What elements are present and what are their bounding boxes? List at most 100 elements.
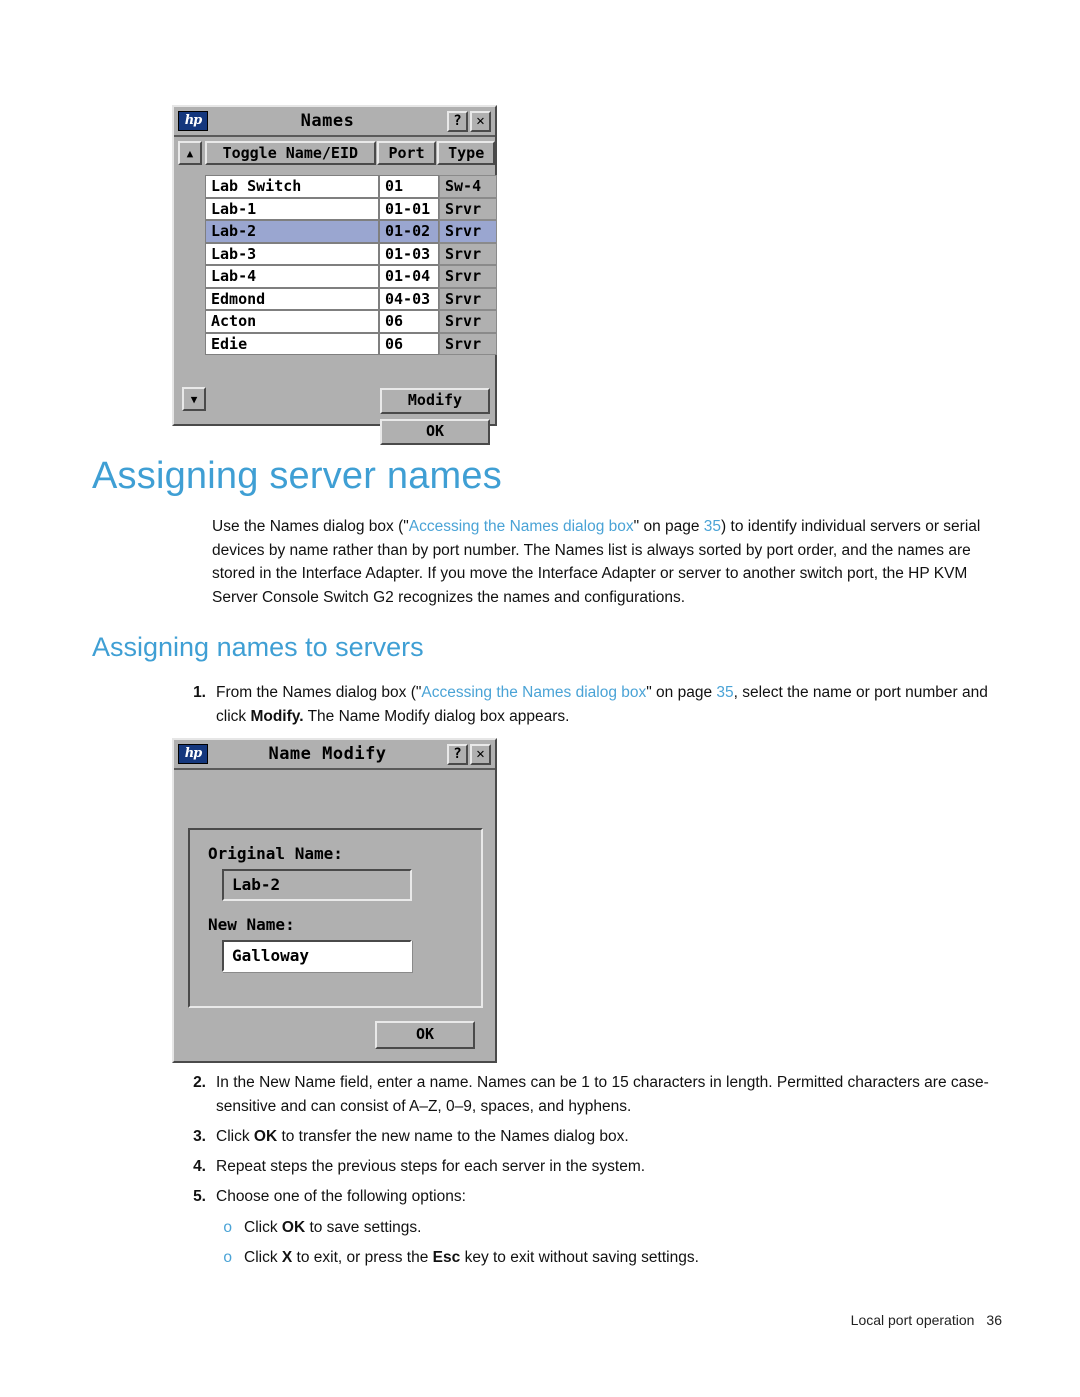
step-3-text: Click OK to transfer the new name to the… (216, 1125, 992, 1149)
intro-page-ref[interactable]: 35 (704, 518, 721, 535)
step-2-number: 2. (193, 1074, 206, 1091)
step-3-number: 3. (193, 1128, 206, 1145)
row-type: Srvr (439, 242, 497, 265)
row-port: 01-01 (379, 197, 439, 220)
table-row[interactable]: Lab-1 01-01 Srvr (205, 197, 497, 220)
row-type: Srvr (439, 287, 497, 310)
sub-item-2: o Click X to exit, or press the Esc key … (208, 1246, 968, 1270)
table-row-selected[interactable]: Lab-2 01-02 Srvr (205, 220, 497, 243)
row-type: Srvr (439, 310, 497, 333)
hp-logo-icon: hp (178, 744, 208, 764)
sub2-bold: X (281, 1249, 293, 1266)
sub2-part1: Click (244, 1249, 282, 1266)
sub1-bold: OK (281, 1219, 306, 1236)
row-name: Edmond (205, 287, 379, 310)
sub1-part1: Click (244, 1219, 282, 1236)
column-header-port[interactable]: Port (376, 141, 437, 165)
ok-button[interactable]: OK (375, 1021, 475, 1049)
help-icon[interactable]: ? (447, 743, 468, 765)
toggle-name-eid-button[interactable]: Toggle Name/EID (204, 141, 376, 165)
sub-item-2-text: Click X to exit, or press the Esc key to… (244, 1246, 968, 1270)
modify-button[interactable]: Modify (380, 388, 490, 414)
row-type: Srvr (439, 220, 497, 243)
row-port: 06 (379, 310, 439, 333)
footer-page-number: 36 (986, 1312, 1002, 1328)
close-icon[interactable]: ✕ (470, 743, 491, 765)
names-dialog-title: Names (300, 111, 355, 131)
step1-part4: The Name Modify dialog box appears. (303, 707, 570, 725)
hp-logo-icon: hp (178, 111, 208, 131)
sub-item-1: o Click OK to save settings. (208, 1216, 968, 1240)
step1-page-ref[interactable]: 35 (716, 684, 733, 701)
row-type: Sw-4 (439, 175, 497, 198)
modify-dialog-body: Original Name: Lab-2 New Name: Galloway … (174, 770, 495, 1063)
sub-item-1-text: Click OK to save settings. (244, 1216, 968, 1240)
row-port: 01-04 (379, 265, 439, 288)
modify-dialog-title-buttons: ? ✕ (447, 743, 491, 765)
sub-item-2-bullet: o (223, 1249, 232, 1266)
name-modify-dialog: hp Name Modify ? ✕ Original Name: Lab-2 … (172, 738, 497, 1063)
scroll-up-icon[interactable]: ▲ (178, 141, 202, 165)
table-row[interactable]: Lab-3 01-03 Srvr (205, 242, 497, 265)
intro-link[interactable]: Accessing the Names dialog box (409, 518, 634, 535)
step-4-number: 4. (193, 1158, 206, 1175)
page-title: Assigning server names (92, 455, 502, 497)
row-name: Lab-1 (205, 197, 379, 220)
row-port: 01-02 (379, 220, 439, 243)
modify-fields-panel: Original Name: Lab-2 New Name: Galloway (188, 828, 483, 1008)
ok-button[interactable]: OK (380, 419, 490, 445)
intro-part2: " on page (633, 518, 704, 535)
row-name: Lab-3 (205, 242, 379, 265)
table-row[interactable]: Lab Switch 01 Sw-4 (205, 175, 497, 198)
step-1-number: 1. (193, 684, 206, 701)
step-5-number: 5. (193, 1188, 206, 1205)
names-dialog: hp Names ? ✕ ▲ Toggle Name/EID Port Type… (172, 105, 497, 445)
step1-bold: Modify. (250, 707, 304, 725)
step-1: 1. From the Names dialog box ("Accessing… (172, 681, 992, 728)
step-2: 2. In the New Name field, enter a name. … (172, 1071, 992, 1118)
row-port: 04-03 (379, 287, 439, 310)
table-row[interactable]: Edie 06 Srvr (205, 332, 497, 355)
new-name-input[interactable]: Galloway (222, 940, 412, 972)
close-icon[interactable]: ✕ (470, 110, 491, 132)
scroll-down-icon[interactable]: ▼ (182, 387, 206, 411)
step1-link[interactable]: Accessing the Names dialog box (421, 684, 646, 701)
intro-part1: Use the Names dialog box (" (212, 518, 409, 535)
step-5: 5. Choose one of the following options: (172, 1185, 992, 1209)
section-title: Assigning names to servers (92, 632, 424, 662)
step1-part1: From the Names dialog box (" (216, 684, 422, 701)
help-icon[interactable]: ? (447, 110, 468, 132)
row-name: Lab-2 (205, 220, 379, 243)
row-name: Lab Switch (205, 175, 379, 198)
table-row[interactable]: Lab-4 01-04 Srvr (205, 265, 497, 288)
page-footer: Local port operation 36 (851, 1312, 1002, 1328)
names-dialog-titlebar: hp Names ? ✕ (174, 107, 495, 137)
modify-dialog-title: Name Modify (268, 744, 387, 764)
new-name-label: New Name: (208, 915, 295, 934)
table-row[interactable]: Acton 06 Srvr (205, 310, 497, 333)
footer-label: Local port operation (850, 1312, 975, 1328)
step3-part1: Click (216, 1128, 254, 1145)
names-dialog-body: ▲ Toggle Name/EID Port Type Lab Switch 0… (174, 141, 497, 445)
row-port: 01 (379, 175, 439, 198)
step3-bold: OK (253, 1128, 278, 1145)
row-type: Srvr (439, 265, 497, 288)
step-5-text: Choose one of the following options: (216, 1188, 466, 1205)
step-2-text: In the New Name field, enter a name. Nam… (216, 1074, 989, 1115)
names-dialog-footer: ▼ Modify OK (174, 383, 495, 457)
row-port: 01-03 (379, 242, 439, 265)
row-name: Acton (205, 310, 379, 333)
original-name-field: Lab-2 (222, 869, 412, 901)
intro-paragraph: Use the Names dialog box ("Accessing the… (212, 515, 1002, 609)
step3-part2: to transfer the new name to the Names di… (277, 1128, 629, 1145)
column-header-type[interactable]: Type (437, 141, 495, 165)
modify-dialog-titlebar: hp Name Modify ? ✕ (174, 740, 495, 770)
step-3: 3. Click OK to transfer the new name to … (172, 1125, 992, 1149)
row-port: 06 (379, 332, 439, 355)
names-header-row: ▲ Toggle Name/EID Port Type (174, 141, 495, 167)
names-dialog-title-buttons: ? ✕ (447, 110, 491, 132)
original-name-label: Original Name: (208, 844, 343, 863)
names-list: Lab Switch 01 Sw-4 Lab-1 01-01 Srvr Lab-… (205, 175, 497, 355)
table-row[interactable]: Edmond 04-03 Srvr (205, 287, 497, 310)
step-4: 4. Repeat steps the previous steps for e… (172, 1155, 992, 1179)
